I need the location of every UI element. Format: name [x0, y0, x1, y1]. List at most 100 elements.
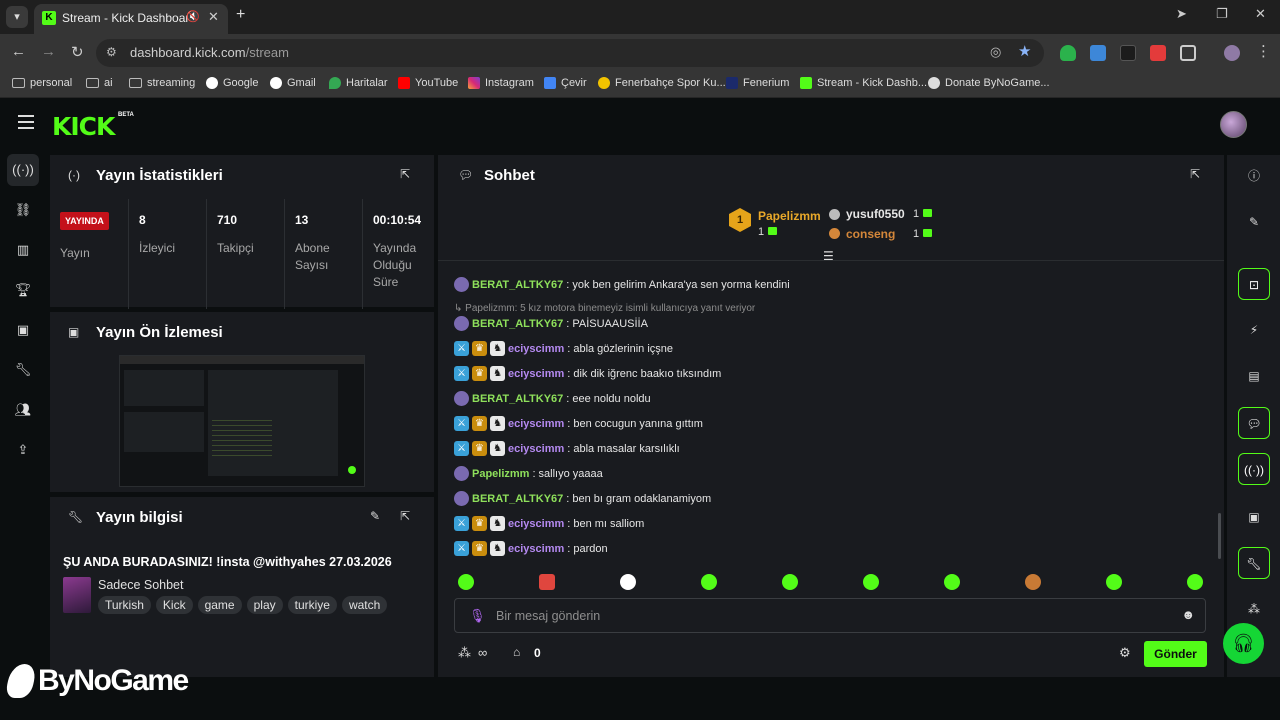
extensions-puzzle-icon[interactable]: [1180, 45, 1196, 61]
emote-icon[interactable]: [458, 574, 474, 590]
bookmark-fenerium[interactable]: Fenerium: [726, 77, 789, 89]
emote-icon[interactable]: [1187, 574, 1203, 590]
reload-icon[interactable]: ↻: [71, 43, 84, 61]
shield-extension-icon[interactable]: [1060, 45, 1076, 61]
bookmark-haritalar[interactable]: Haritalar: [329, 77, 388, 89]
emote-icon[interactable]: [863, 574, 879, 590]
emote-icon[interactable]: [539, 574, 555, 590]
tab-close-icon[interactable]: ✕: [208, 9, 219, 25]
notes-icon[interactable]: ▤: [1238, 360, 1270, 392]
collapse-leaderboard-icon[interactable]: ☰: [823, 249, 834, 263]
new-tab-icon[interactable]: +: [236, 6, 245, 24]
bookmark-instagram[interactable]: Instagram: [468, 77, 534, 89]
video-extension-icon[interactable]: [1150, 45, 1166, 61]
analytics-icon[interactable]: ▥: [7, 234, 39, 266]
stream-preview-image[interactable]: [119, 355, 365, 487]
chat-username[interactable]: eciyscimm: [508, 418, 564, 430]
lightning-icon[interactable]: ⚡︎: [1238, 314, 1270, 346]
share-icon[interactable]: ⁂: [1238, 593, 1270, 625]
tag[interactable]: Kick: [155, 596, 193, 614]
bookmark-bynogame[interactable]: Donate ByNoGame...: [928, 77, 1050, 89]
tag[interactable]: turkiye: [287, 596, 337, 614]
emote-icon[interactable]: [620, 574, 636, 590]
browser-tab-active[interactable]: K Stream - Kick Dashboard 🔇 ✕: [34, 4, 228, 34]
edit-pencil-icon[interactable]: ✎: [370, 509, 380, 523]
store-icon[interactable]: ⌂: [513, 645, 520, 659]
emote-icon[interactable]: [944, 574, 960, 590]
emote-icon[interactable]: [701, 574, 717, 590]
site-info-icon[interactable]: ⚙: [106, 45, 117, 59]
bookmark-streaming[interactable]: streaming: [129, 77, 195, 89]
wrench-icon[interactable]: 🔧︎: [1238, 547, 1270, 579]
emote-icon[interactable]: [1106, 574, 1122, 590]
leaderboard-first-name[interactable]: Papelizmm: [758, 209, 821, 223]
tab-muted-icon[interactable]: 🔇: [186, 10, 200, 23]
back-icon[interactable]: ←: [11, 43, 26, 60]
chat-username[interactable]: BERAT_ALTKY67: [472, 318, 563, 330]
chat-username[interactable]: eciyscimm: [508, 343, 564, 355]
chat-bubble-icon[interactable]: 💬︎: [1238, 407, 1270, 439]
address-bar[interactable]: ⚙ dashboard.kick.com/stream ◎ ★: [96, 39, 1044, 67]
upload-icon[interactable]: ⇪: [7, 434, 39, 466]
edit-pencil-icon[interactable]: ✎: [1238, 206, 1270, 238]
tab-search-dropdown-icon[interactable]: ▾: [6, 6, 28, 28]
video-library-icon[interactable]: ▣: [7, 314, 39, 346]
restore-window-icon[interactable]: ❐: [1216, 6, 1228, 22]
tag[interactable]: play: [246, 596, 283, 614]
chat-username[interactable]: eciyscimm: [508, 443, 564, 455]
bookmark-youtube[interactable]: YouTube: [398, 77, 458, 89]
bookmark-fenerbahce[interactable]: Fenerbahçe Spor Ku...: [598, 77, 726, 89]
emote-icon[interactable]: [782, 574, 798, 590]
chat-username[interactable]: BERAT_ALTKY67: [472, 493, 563, 505]
capture-icon[interactable]: ⊡: [1238, 268, 1270, 300]
chat-message-input[interactable]: 🎙︎ Bir mesaj gönderin ☻: [454, 598, 1206, 633]
send-button[interactable]: Gönder: [1144, 641, 1207, 667]
popout-icon[interactable]: ⇱: [400, 509, 410, 523]
bookmark-star-icon[interactable]: ★: [1018, 42, 1031, 60]
user-avatar[interactable]: [1220, 111, 1247, 138]
video-switch-icon[interactable]: ▣: [1238, 501, 1270, 533]
emoji-picker-icon[interactable]: ☻: [1181, 607, 1195, 622]
emote-icon[interactable]: [1025, 574, 1041, 590]
chat-settings-gear-icon[interactable]: ⚙: [1119, 645, 1131, 661]
close-window-icon[interactable]: ✕: [1255, 6, 1266, 22]
channel-points-icon[interactable]: ⁂: [458, 645, 471, 661]
broadcast-icon[interactable]: ((·)): [1238, 453, 1270, 485]
microphone-icon[interactable]: 🎙︎: [469, 608, 486, 624]
dark-extension-icon[interactable]: [1120, 45, 1136, 61]
chat-username[interactable]: eciyscimm: [508, 518, 564, 530]
tag[interactable]: game: [197, 596, 242, 614]
translate-extension-icon[interactable]: [1090, 45, 1106, 61]
url-text[interactable]: dashboard.kick.com/stream: [130, 45, 289, 60]
bookmark-cevir[interactable]: Çevir: [544, 77, 587, 89]
chat-scrollbar[interactable]: [1218, 513, 1221, 559]
link-icon[interactable]: ⛓: [7, 194, 39, 226]
profile-icon[interactable]: [1224, 45, 1240, 61]
info-icon[interactable]: ⓘ: [1238, 160, 1270, 192]
wrench-icon[interactable]: 🔧︎: [7, 354, 39, 386]
stream-broadcast-icon[interactable]: ((·)): [7, 154, 39, 186]
chat-username[interactable]: Papelizmm: [472, 468, 529, 480]
community-icon[interactable]: 👥︎: [7, 394, 39, 426]
forward-icon[interactable]: →: [41, 43, 56, 60]
bookmark-kick-dashboard[interactable]: Stream - Kick Dashb...: [800, 77, 927, 89]
bookmark-gmail[interactable]: Gmail: [270, 77, 316, 89]
bookmark-google[interactable]: Google: [206, 77, 258, 89]
tag[interactable]: watch: [341, 596, 388, 614]
chat-username[interactable]: BERAT_ALTKY67: [472, 279, 563, 291]
leaderboard-second-name[interactable]: yusuf0550: [846, 207, 905, 221]
support-headset-icon[interactable]: 🎧︎: [1223, 623, 1264, 664]
bookmark-ai[interactable]: ai: [86, 77, 113, 89]
hamburger-menu-icon[interactable]: [18, 115, 34, 129]
eye-off-icon[interactable]: ◎: [990, 44, 1001, 60]
tag[interactable]: Turkish: [98, 596, 151, 614]
leaderboard-third-name[interactable]: conseng: [846, 227, 895, 241]
trophy-icon[interactable]: 🏆︎: [7, 274, 39, 306]
chat-username[interactable]: eciyscimm: [508, 543, 564, 555]
popout-icon[interactable]: ⇱: [1190, 167, 1200, 181]
chat-username[interactable]: BERAT_ALTKY67: [472, 393, 563, 405]
bookmark-personal[interactable]: personal: [12, 77, 72, 89]
popout-icon[interactable]: ⇱: [400, 167, 410, 181]
chat-username[interactable]: eciyscimm: [508, 368, 564, 380]
browser-menu-icon[interactable]: ⋮: [1256, 42, 1271, 60]
